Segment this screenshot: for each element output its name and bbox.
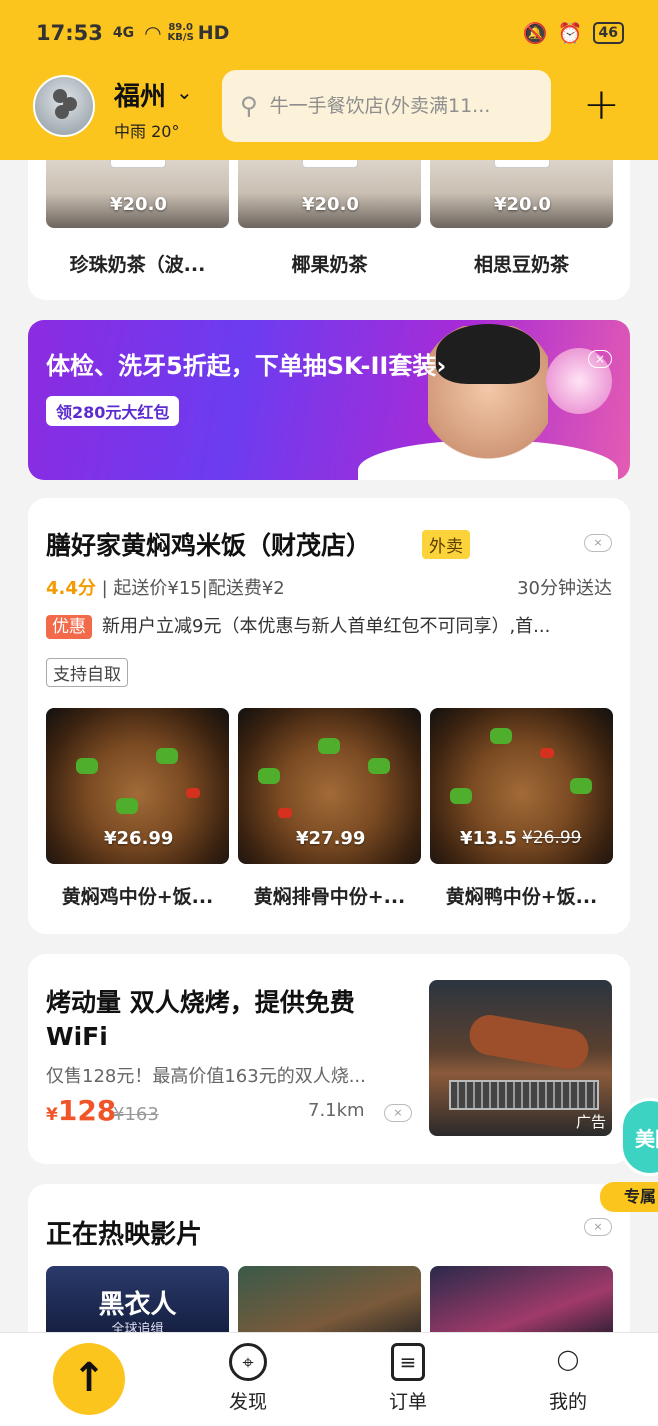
- delivery-meta: | 起送价¥15|配送费¥2: [95, 578, 285, 599]
- promo-line: 优惠 新用户立减9元（本优惠与新人首单红包不可同享）,首...: [46, 612, 551, 639]
- dish-price: ¥13.5: [460, 828, 517, 849]
- nav-profile[interactable]: ◯ 我的: [528, 1343, 608, 1414]
- deal-title[interactable]: 烤动量 双人烧烤，提供免费WiFi: [46, 986, 406, 1054]
- product-name[interactable]: 珍珠奶茶（波...: [46, 250, 229, 277]
- search-icon: ⚲: [240, 92, 258, 120]
- nav-discover[interactable]: ⌖ 发现: [208, 1343, 288, 1414]
- speed-unit: KB/S: [167, 32, 194, 43]
- dish-price: ¥26.99: [104, 828, 174, 849]
- restaurant-card[interactable]: 膳好家黄焖鸡米饭（财茂店） 外卖 × 4.4分 | 起送价¥15|配送费¥2 3…: [28, 498, 630, 934]
- delivery-tag: 外卖: [422, 530, 470, 559]
- product-price: ¥20.0: [494, 194, 551, 215]
- floater-label: 美团: [635, 1127, 658, 1151]
- deal-distance: 7.1km: [308, 1100, 365, 1121]
- deal-old-price: ¥163: [113, 1104, 159, 1125]
- nav-label: 发现: [228, 1391, 267, 1413]
- dish-old-price: ¥26.99: [522, 828, 582, 848]
- floater-ribbon: 专属: [600, 1182, 658, 1212]
- dish-thumb[interactable]: ¥27.99: [238, 708, 421, 864]
- product-name[interactable]: 椰果奶茶: [238, 250, 421, 277]
- milk-tea-card: ¥20.0 ¥20.0 ¥20.0 珍珠奶茶（波... 椰果奶茶 相思豆奶茶: [28, 140, 630, 300]
- rating-score: 4.4分: [46, 578, 96, 599]
- currency-symbol: ¥: [46, 1105, 58, 1125]
- deal-image[interactable]: 广告: [429, 980, 612, 1136]
- nav-label: 我的: [548, 1391, 587, 1413]
- nav-orders[interactable]: ≡ 订单: [368, 1343, 448, 1414]
- add-icon[interactable]: +: [583, 80, 620, 130]
- signal-icon: 4G: [112, 25, 135, 41]
- deal-price: ¥128: [46, 1094, 116, 1127]
- search-box[interactable]: ⚲: [222, 70, 551, 142]
- deal-price-value: 128: [57, 1094, 117, 1127]
- delivery-time: 30分钟送达: [517, 578, 612, 599]
- alarm-icon: ⏰: [557, 21, 583, 45]
- meituan-icon: 美团: [620, 1098, 658, 1176]
- movies-card: 正在热映影片 × 黑衣人 全球追缉: [28, 1184, 630, 1354]
- clipboard-icon: ≡: [391, 1343, 425, 1381]
- movies-section-title: 正在热映影片: [46, 1220, 203, 1250]
- status-time: 17:53: [36, 21, 103, 45]
- status-bar: 17:53 4G ◠ 89.0 KB/S HD 🔕 ⏰ 46: [36, 18, 624, 48]
- dish-price: ¥27.99: [296, 828, 366, 849]
- user-icon: ◯: [556, 1347, 580, 1371]
- restaurant-name[interactable]: 膳好家黄焖鸡米饭（财茂店）: [46, 526, 371, 562]
- banner-title: 体检、洗牙5折起，下单抽SK-II套装›: [46, 352, 447, 380]
- dish-name[interactable]: 黄焖鸭中份+饭...: [430, 882, 613, 909]
- promo-banner[interactable]: 体检、洗牙5折起，下单抽SK-II套装› 领280元大红包 ×: [28, 320, 630, 480]
- dish-thumb[interactable]: ¥13.5 ¥26.99: [430, 708, 613, 864]
- dish-name[interactable]: 黄焖鸡中份+饭...: [46, 882, 229, 909]
- bottom-nav: ↑ ⌖ 发现 ≡ 订单 ◯ 我的: [0, 1332, 658, 1426]
- self-pickup-tag: 支持自取: [46, 658, 128, 687]
- rating-line: 4.4分 | 起送价¥15|配送费¥2: [46, 574, 285, 600]
- battery-icon: 46: [592, 22, 624, 44]
- deal-card[interactable]: 烤动量 双人烧烤，提供免费WiFi 仅售128元！最高价值163元的双人烧...…: [28, 954, 630, 1164]
- dish-thumb[interactable]: ¥26.99: [46, 708, 229, 864]
- compass-icon: ⌖: [229, 1343, 267, 1381]
- search-input[interactable]: [269, 95, 520, 117]
- nav-label: 订单: [388, 1391, 427, 1413]
- wifi-icon: ◠: [144, 21, 162, 45]
- close-icon[interactable]: ×: [584, 534, 612, 552]
- promo-badge: 优惠: [46, 615, 92, 639]
- avatar[interactable]: [33, 75, 95, 137]
- close-icon[interactable]: ×: [588, 350, 612, 368]
- promo-text: 新用户立减9元（本优惠与新人首单红包不可同享）,首...: [102, 616, 551, 637]
- weather-text: 中雨 20°: [114, 122, 180, 141]
- floating-promo-badge[interactable]: 美团 专属: [600, 1090, 658, 1220]
- top-bar: 17:53 4G ◠ 89.0 KB/S HD 🔕 ⏰ 46 福州 ⌄ 中雨 2…: [0, 0, 658, 160]
- back-to-top-button[interactable]: ↑: [53, 1343, 125, 1415]
- dish-name[interactable]: 黄焖排骨中份+...: [238, 882, 421, 909]
- hd-indicator: HD: [197, 22, 230, 44]
- status-right: 🔕 ⏰ 46: [523, 21, 624, 45]
- product-name[interactable]: 相思豆奶茶: [430, 250, 613, 277]
- deal-subtitle: 仅售128元！最高价值163元的双人烧...: [46, 1066, 366, 1087]
- close-icon[interactable]: ×: [584, 1218, 612, 1236]
- city-selector[interactable]: 福州: [114, 76, 166, 113]
- mute-icon: 🔕: [522, 21, 548, 45]
- product-price: ¥20.0: [110, 194, 167, 215]
- product-price: ¥20.0: [302, 194, 359, 215]
- network-speed: 89.0 KB/S: [168, 23, 194, 43]
- chevron-down-icon[interactable]: ⌄: [176, 80, 193, 104]
- banner-coupon-pill[interactable]: 领280元大红包: [46, 396, 180, 426]
- close-icon[interactable]: ×: [384, 1104, 412, 1122]
- poster-title: 黑衣人: [98, 1290, 177, 1320]
